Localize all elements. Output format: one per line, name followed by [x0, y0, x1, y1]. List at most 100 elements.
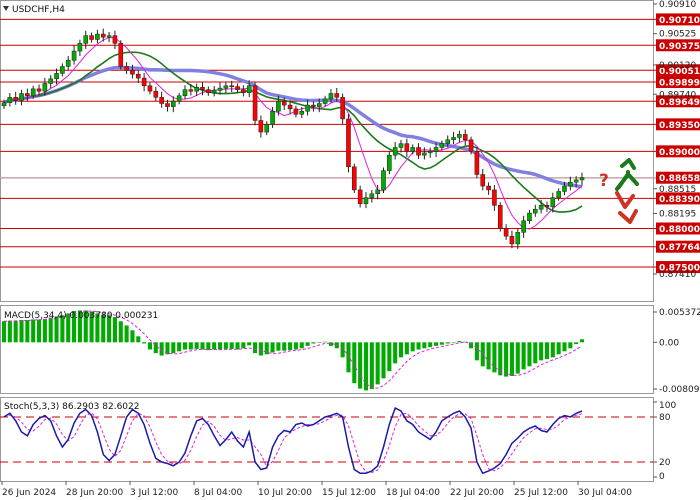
macd-bar [25, 320, 30, 343]
price-tick-label: 0.89740 [659, 90, 696, 100]
macd-bar [19, 320, 24, 343]
macd-bar [457, 341, 462, 343]
candle-body [13, 97, 18, 101]
candle-body [305, 104, 310, 112]
macd-bar [130, 330, 135, 343]
macd-bar [474, 342, 479, 361]
candle-body [509, 235, 515, 245]
macd-bar [539, 342, 544, 361]
candle-body [316, 103, 322, 107]
macd-bar [416, 342, 421, 350]
stoch-tick-label: 0 [659, 472, 665, 482]
candle-body [229, 85, 234, 88]
stoch-tick-label: 100 [659, 401, 676, 411]
stoch-level-lines [0, 416, 653, 463]
macd-bar [340, 342, 345, 358]
macd-bar [445, 342, 450, 344]
candle-body [200, 87, 205, 90]
candle-body [48, 78, 54, 84]
candle-body [95, 33, 100, 40]
candle-body [42, 83, 48, 92]
candle-body [381, 170, 386, 191]
macd-bar [410, 342, 415, 352]
macd-bar [212, 342, 217, 350]
macd-bar [194, 342, 199, 349]
symbol-label: USDCHF,H4 [12, 5, 65, 15]
time-tick-label: 8 Jul 04:00 [194, 488, 243, 498]
macd-bar [299, 342, 304, 349]
macd-bar [142, 342, 147, 344]
macd-bar [235, 342, 240, 350]
candle-body [36, 88, 42, 92]
price-tick-label: 0.90910 [659, 0, 696, 10]
candle-body [7, 97, 13, 103]
price-tick-label: 0.88515 [659, 185, 696, 195]
candle-body [141, 77, 147, 87]
candle-body [135, 73, 141, 79]
candle-body [60, 66, 65, 74]
candle-body [264, 124, 270, 133]
time-tick-label: 18 Jul 04:00 [386, 488, 440, 498]
candle-body [246, 85, 252, 93]
candle-body [112, 35, 118, 44]
macd-bar [375, 342, 380, 385]
forecast-annotation: ? [599, 158, 639, 224]
candle-body [416, 147, 421, 156]
candle-body [287, 104, 293, 110]
candle-body [322, 98, 328, 104]
candle-body [217, 87, 223, 91]
macd-bar [159, 342, 164, 356]
macd-bar [579, 339, 585, 343]
macd-bar [147, 342, 153, 350]
macd-bar [177, 342, 182, 352]
macd-bar [206, 342, 211, 351]
candle-body [340, 97, 345, 120]
time-tick-label: 25 Jul 12:00 [514, 488, 568, 498]
stoch-d-line [3, 412, 583, 474]
macd-bar [509, 342, 514, 376]
candle-body [532, 208, 538, 214]
time-tick-label: 26 Jun 2024 [2, 488, 56, 498]
macd-bar [556, 342, 561, 355]
macd-bar [282, 342, 287, 351]
level-label: 0.87764 [659, 243, 700, 253]
candle-body [165, 103, 170, 107]
candle-body [241, 89, 246, 93]
time-tick-label: 10 Jul 20:00 [258, 488, 312, 498]
macd-bar [533, 342, 538, 364]
candle-body [65, 60, 71, 67]
macd-bar [118, 321, 123, 343]
macd-bar [188, 342, 193, 350]
macd-bar [317, 342, 322, 343]
candle-body [527, 212, 532, 222]
candle-body [492, 189, 497, 206]
stoch-tick-label: 20 [659, 458, 671, 468]
usdchf-chart: 0.907100.903750.900510.898990.896490.893… [0, 0, 700, 498]
macd-axis: 0.005372 0.00 -0.008099 [653, 308, 700, 395]
macd-bar [253, 342, 258, 354]
arrow-up-head-icon [620, 158, 636, 170]
level-label: 0.88658 [659, 174, 700, 184]
candle-body [573, 179, 579, 183]
candle-body [515, 232, 521, 245]
macd-bar [486, 342, 491, 370]
candle-body [106, 35, 112, 38]
macd-bar [182, 342, 188, 350]
candle-body [538, 205, 544, 210]
macd-bar [544, 342, 550, 360]
macd-tick-label: 0.005372 [659, 308, 700, 318]
candle-body [182, 89, 188, 97]
macd-bar [521, 342, 526, 370]
candle-body [1, 102, 7, 107]
candle-body [562, 185, 567, 192]
macd-bar [311, 342, 316, 344]
macd-bar [200, 342, 205, 350]
macd-tick-label: -0.008099 [659, 385, 700, 395]
candle-body [188, 89, 194, 92]
macd-bar [223, 342, 228, 349]
candle-body [147, 85, 153, 92]
macd-bar [439, 342, 444, 345]
candle-body [346, 118, 351, 168]
level-label: 0.89899 [659, 78, 700, 88]
macd-bar [31, 319, 36, 343]
